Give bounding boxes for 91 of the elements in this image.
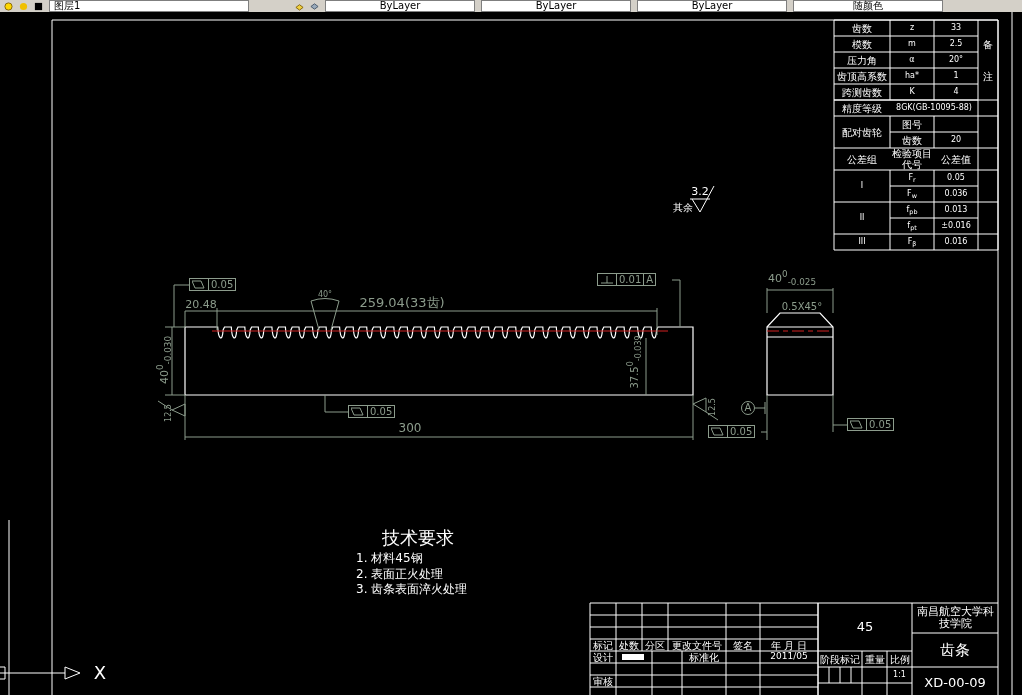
roughness-label: 其余 <box>673 201 693 213</box>
parameter-label: 模数 <box>852 38 872 50</box>
scale-value: 1:1 <box>893 670 906 680</box>
tolerance-group: I <box>860 181 864 191</box>
dimension-text: 300 <box>398 422 422 436</box>
tolerance-value: ±0.016 <box>941 221 971 231</box>
parameter-label: 齿数 <box>902 134 922 146</box>
parameter-symbol: ha* <box>905 71 919 81</box>
datum-reference: A <box>645 274 655 285</box>
tolerance-value: 0.05 <box>210 279 235 290</box>
column-header: 年 月 日 <box>770 639 808 651</box>
parameter-symbol: m <box>908 39 916 49</box>
date-text: 2011/05 <box>770 652 808 662</box>
dimension-text: 259.04(33齿) <box>359 295 445 311</box>
property-dropdown[interactable]: ByLayer <box>481 0 631 12</box>
check-item-code: f$_{pt}$ <box>907 221 917 231</box>
parameter-label: 齿数 <box>852 22 872 34</box>
parameter-symbol: α <box>909 55 915 65</box>
tolerance-value: 0.016 <box>944 237 968 247</box>
tolerance-value: 0.01 <box>617 274 645 285</box>
column-header: 公差值 <box>941 153 971 165</box>
tolerance-group: III <box>858 237 866 247</box>
color-swatch-icon[interactable] <box>34 1 43 11</box>
leader-line <box>760 431 768 433</box>
parameter-value: 20° <box>948 55 964 65</box>
parameter-label: 齿顶高系数 <box>837 70 887 82</box>
parameter-value: 20 <box>950 135 962 145</box>
column-header: 标记 <box>593 639 613 651</box>
surface-roughness-icon <box>692 397 719 421</box>
part-name: 齿条 <box>940 641 970 659</box>
axis-label: X <box>93 663 107 683</box>
row-label: 标准化 <box>689 651 719 663</box>
parameter-label: 配对齿轮 <box>842 126 882 138</box>
roughness-value: 3.2 <box>691 185 709 199</box>
requirement-item: 3. 齿条表面淬火处理 <box>356 583 468 597</box>
parameter-symbol: K <box>909 87 915 97</box>
parameter-value: 1 <box>953 71 959 81</box>
parameter-label: 跨测齿数 <box>842 86 882 98</box>
property-dropdown[interactable]: ByLayer <box>637 0 787 12</box>
dimension-line <box>766 287 834 314</box>
tolerance-value: 0.05 <box>369 406 394 417</box>
row-label: 设计 <box>593 651 613 663</box>
parameter-value: 8GK(GB-10095-88) <box>896 103 972 113</box>
dimension-text: 0.5X45° <box>781 300 823 312</box>
column-header: 阶段标记 <box>820 653 860 665</box>
row-label: 审核 <box>593 675 613 687</box>
parameter-label: 精度等级 <box>842 102 882 114</box>
column-header: 检验项目代号 <box>891 148 933 170</box>
property-dropdown[interactable]: 随颜色 <box>793 0 943 12</box>
column-header: 公差组 <box>847 153 877 165</box>
dimension-text: 40° <box>317 290 333 300</box>
remarks-label: 备 <box>983 38 993 50</box>
column-header: 比例 <box>889 653 910 665</box>
roughness-value: 12.5 <box>708 398 718 416</box>
column-header: 分区 <box>645 639 665 651</box>
roughness-value: 12.5 <box>164 404 174 422</box>
remarks-label: 注 <box>983 70 993 82</box>
parameter-value: 33 <box>950 23 962 33</box>
requirement-item: 2. 表面正火处理 <box>356 567 444 582</box>
column-header: 更改文件号 <box>672 639 722 651</box>
parameter-symbol: z <box>909 23 915 33</box>
signature-block <box>622 654 644 660</box>
check-item-code: f$_{pb}$ <box>906 205 918 215</box>
drawing-number: XD-00-09 <box>924 675 986 691</box>
school-name: 南昌航空大学科技学院 <box>915 606 995 630</box>
tolerance-value: 0.036 <box>944 189 968 199</box>
column-header: 重量 <box>864 653 885 665</box>
tolerance-group: II <box>859 213 865 223</box>
parameter-label: 图号 <box>902 118 922 130</box>
tolerance-value: 0.05 <box>947 173 965 183</box>
check-item-code: F$_{β}$ <box>907 237 917 247</box>
tolerance-value: 0.013 <box>944 205 968 215</box>
bulb-icon[interactable] <box>4 1 13 11</box>
leader-line <box>754 401 766 415</box>
property-dropdown[interactable]: ByLayer <box>325 0 475 12</box>
parameter-value: 2.5 <box>949 39 963 49</box>
extension-line <box>766 394 834 441</box>
check-item-code: F$_{w}$ <box>907 189 917 199</box>
leader-line <box>671 279 681 328</box>
column-header: 处数 <box>619 639 639 651</box>
parameter-value: 4 <box>953 87 959 97</box>
dimension-text: 20.48 <box>185 298 217 312</box>
requirements-title: 技术要求 <box>382 528 454 548</box>
tolerance-value: 0.05 <box>729 426 754 437</box>
check-item-code: F$_{r}$ <box>908 173 916 183</box>
column-header: 签名 <box>733 639 753 651</box>
layer-dropdown[interactable]: 图层1 <box>49 0 249 12</box>
requirement-item: 1. 材料45钢 <box>356 552 423 566</box>
tolerance-value: 0.05 <box>868 419 893 430</box>
material-text: 45 <box>856 619 874 635</box>
parameter-label: 压力角 <box>847 54 877 66</box>
